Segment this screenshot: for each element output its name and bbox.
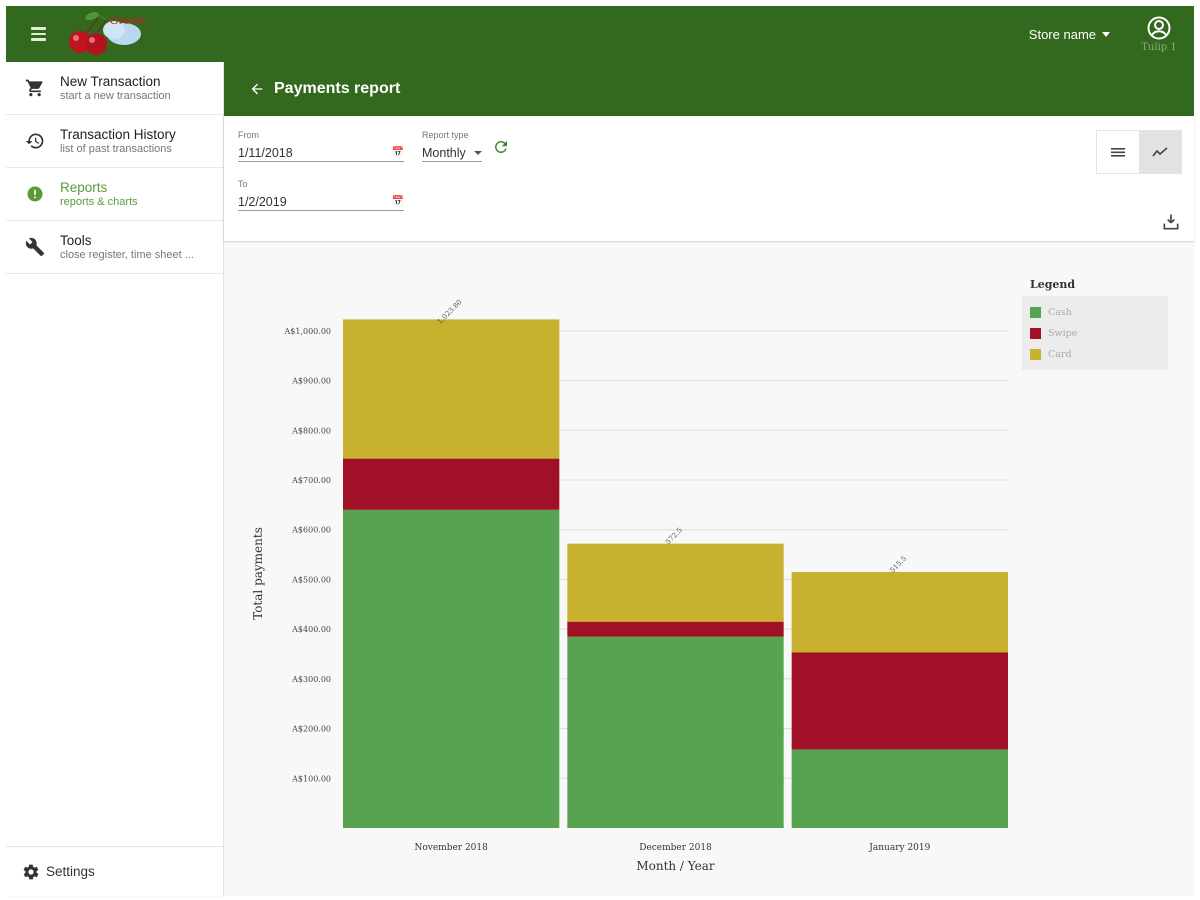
account-circle-icon (1147, 16, 1171, 40)
app-logo[interactable]: Greum (62, 8, 148, 60)
from-date-field: From 1/11/2018 📅 (238, 130, 404, 162)
legend-swatch (1030, 307, 1041, 318)
from-date-value: 1/11/2018 (238, 145, 293, 160)
bar-segment-card (343, 319, 560, 459)
y-tick-label: A$1,000.00 (284, 327, 332, 336)
legend-item-cash[interactable]: Cash (1030, 302, 1160, 323)
y-tick-label: A$800.00 (291, 426, 331, 435)
bar-segment-cash (343, 509, 560, 828)
user-account-button[interactable]: Tulip 1 (1134, 9, 1184, 59)
chevron-down-icon (474, 150, 482, 155)
legend-swatch (1030, 328, 1041, 339)
download-icon[interactable] (1161, 212, 1183, 234)
legend-swatch (1030, 349, 1041, 360)
sidebar-item-label: Transaction History (60, 127, 176, 142)
chevron-down-icon (1102, 31, 1110, 37)
y-tick-label: A$600.00 (291, 526, 331, 535)
calendar-icon[interactable]: 📅 (392, 196, 404, 207)
sidebar-item-new-transaction[interactable]: New Transaction start a new transaction (6, 62, 223, 115)
y-tick-label: A$700.00 (291, 476, 331, 485)
x-tick-label: January 2019 (868, 843, 930, 853)
to-date-input[interactable]: 1/2/2019 📅 (238, 193, 404, 211)
bar-segment-card (567, 543, 784, 622)
settings-label: Settings (46, 864, 95, 879)
y-tick-label: A$500.00 (291, 575, 331, 584)
bar-segment-swipe (343, 458, 560, 510)
bar-segment-cash (791, 749, 1008, 828)
bar-segment-swipe (791, 652, 1008, 750)
menu-icon[interactable] (20, 16, 56, 52)
chart-view-icon[interactable] (1139, 131, 1181, 173)
sidebar-item-label: Tools (60, 233, 92, 248)
cart-icon (20, 78, 50, 98)
store-selector[interactable]: Store name (1029, 27, 1110, 42)
y-tick-label: A$300.00 (291, 675, 331, 684)
sidebar-item-transaction-history[interactable]: Transaction History list of past transac… (6, 115, 223, 168)
filters-panel: From 1/11/2018 📅 Report type Monthly To … (224, 116, 1194, 242)
view-toggle (1096, 130, 1182, 174)
list-view-icon[interactable] (1097, 131, 1139, 173)
sidebar-item-label: Reports (60, 180, 108, 195)
y-tick-label: A$900.00 (291, 377, 331, 386)
to-date-field: To 1/2/2019 📅 (238, 179, 404, 211)
chart-area: A$100.00 A$200.00 A$300.00 A$400.00 A$500.00… (224, 243, 1194, 896)
store-name: Store name (1028, 26, 1096, 42)
sidebar-item-sublabel: reports & charts (60, 196, 138, 208)
sidebar: New Transaction start a new transaction … (6, 62, 224, 896)
calendar-icon[interactable]: 📅 (392, 147, 404, 158)
bar-segment-swipe (567, 621, 784, 637)
report-type-label: Report type (422, 130, 469, 140)
y-tick-label: A$100.00 (291, 774, 331, 783)
from-date-input[interactable]: 1/11/2018 📅 (238, 144, 404, 162)
legend: Cash Swipe Card (1022, 296, 1168, 370)
sidebar-item-sublabel: close register, time sheet ... (60, 249, 194, 261)
to-label: To (238, 179, 248, 189)
x-axis-label: Month / Year (636, 859, 715, 873)
report-type-value: Monthly (422, 145, 466, 160)
sidebar-item-tools[interactable]: Tools close register, time sheet ... (6, 221, 223, 274)
y-tick-label: A$400.00 (291, 625, 331, 634)
back-arrow-icon[interactable] (242, 74, 272, 104)
y-tick-label: A$200.00 (291, 725, 331, 734)
alert-circle-icon (20, 184, 50, 204)
sidebar-item-settings[interactable]: Settings (6, 846, 223, 896)
report-type-field: Report type Monthly (422, 130, 482, 162)
from-label: From (238, 130, 259, 140)
sidebar-item-label: New Transaction (60, 74, 161, 89)
legend-label: Card (1048, 349, 1072, 360)
svg-text:Greum: Greum (110, 14, 146, 27)
legend-label: Swipe (1048, 328, 1078, 339)
sidebar-item-sublabel: start a new transaction (60, 90, 171, 102)
bar-segment-cash (567, 636, 784, 828)
refresh-icon[interactable] (492, 138, 512, 158)
bar-total-label: 515.5 (889, 555, 909, 575)
x-tick-label: November 2018 (414, 843, 488, 853)
bar-segment-card (791, 571, 1008, 653)
y-axis-label: Total payments (251, 527, 265, 620)
legend-label: Cash (1048, 307, 1072, 318)
wrench-icon (20, 237, 50, 257)
legend-item-card[interactable]: Card (1030, 344, 1160, 365)
legend-item-swipe[interactable]: Swipe (1030, 323, 1160, 344)
to-date-value: 1/2/2019 (238, 194, 287, 209)
user-label: Tulip 1 (1141, 42, 1177, 53)
sidebar-item-reports[interactable]: Reports reports & charts (6, 168, 223, 221)
gear-icon (23, 864, 39, 879)
report-type-select[interactable]: Monthly (422, 144, 482, 162)
page-header: Payments report (224, 62, 1194, 116)
x-tick-label: December 2018 (639, 843, 712, 853)
sidebar-item-sublabel: list of past transactions (60, 143, 172, 155)
page-title: Payments report (274, 80, 401, 97)
history-icon (20, 131, 50, 151)
app-bar: Greum Store name Tulip 1 (6, 6, 1194, 62)
legend-title: Legend (1030, 278, 1076, 291)
